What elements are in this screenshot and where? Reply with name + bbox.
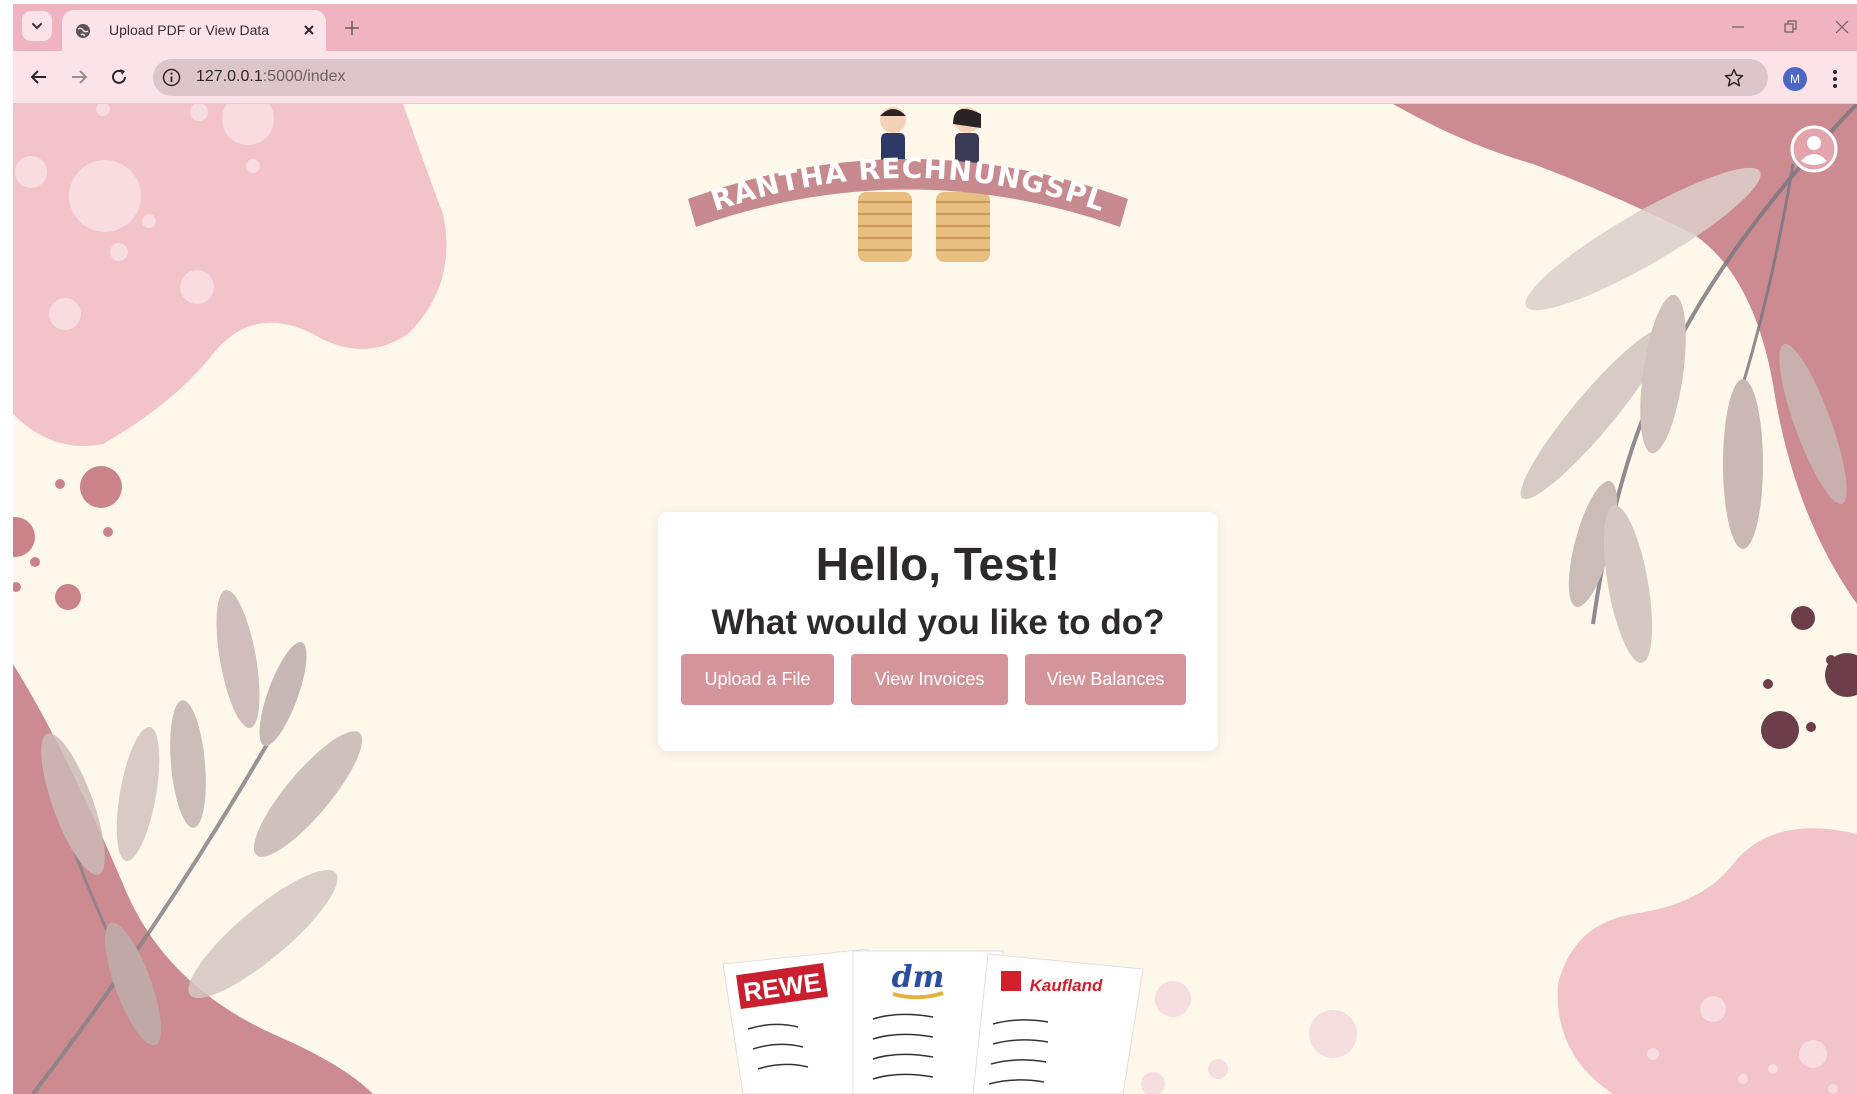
minimize-icon[interactable] [1729,18,1747,36]
user-account-icon[interactable] [1790,125,1838,173]
view-balances-button[interactable]: View Balances [1025,654,1186,705]
url-path: :5000/index [262,68,346,85]
more-menu-icon[interactable] [1825,68,1845,90]
url-host: 127.0.0.1 [196,68,263,85]
greeting-heading: Hello, Test! [815,538,1061,590]
browser-toolbar: 127.0.0.1:5000/index [13,51,1857,104]
bookmark-star-icon[interactable] [1723,67,1745,89]
globe-icon [76,24,90,38]
receipt-store-3: Kaufland [1030,976,1103,995]
restore-icon[interactable] [1781,18,1799,36]
coin-stack-icon [858,192,990,262]
chevron-down-icon [32,23,42,30]
tab-upload-pdf[interactable]: Upload PDF or View Data [62,10,326,51]
reload-icon[interactable] [108,66,130,88]
prompt-heading: What would you like to do? [711,603,1165,642]
address-bar[interactable]: 127.0.0.1:5000/index [153,59,1768,96]
action-card: Hello, Test! What would you like to do? … [658,512,1218,751]
browser-window: Upload PDF or View Data 127.0.0.1:5000/i… [13,4,1857,1094]
action-buttons: Upload a File View Invoices View Balance… [681,654,1186,705]
close-tab-icon[interactable] [301,22,317,38]
view-invoices-button[interactable]: View Invoices [851,654,1008,705]
new-tab-icon[interactable] [342,18,362,38]
tab-title: Upload PDF or View Data [109,22,270,38]
receipts-illustration: REWE dm Kaufland [722,949,1144,1094]
upload-file-button[interactable]: Upload a File [681,654,834,705]
receipt-kaufland: Kaufland [972,953,1144,1094]
close-window-icon[interactable] [1833,18,1851,36]
receipt-store-2: dm [892,960,945,995]
profile-avatar-button[interactable]: M [1783,67,1807,91]
forward-arrow-icon[interactable] [68,66,90,88]
page-viewport: SIRANTHA RECHNUNGSPLIT Hello, Test! What… [13,104,1857,1094]
app-logo: SIRANTHA RECHNUNGSPLIT [683,104,1128,262]
url-text: 127.0.0.1:5000/index [196,68,345,86]
site-info-icon[interactable] [162,68,181,87]
tab-search-button[interactable] [22,11,52,41]
tab-strip: Upload PDF or View Data [13,4,1857,51]
back-arrow-icon[interactable] [28,66,50,88]
